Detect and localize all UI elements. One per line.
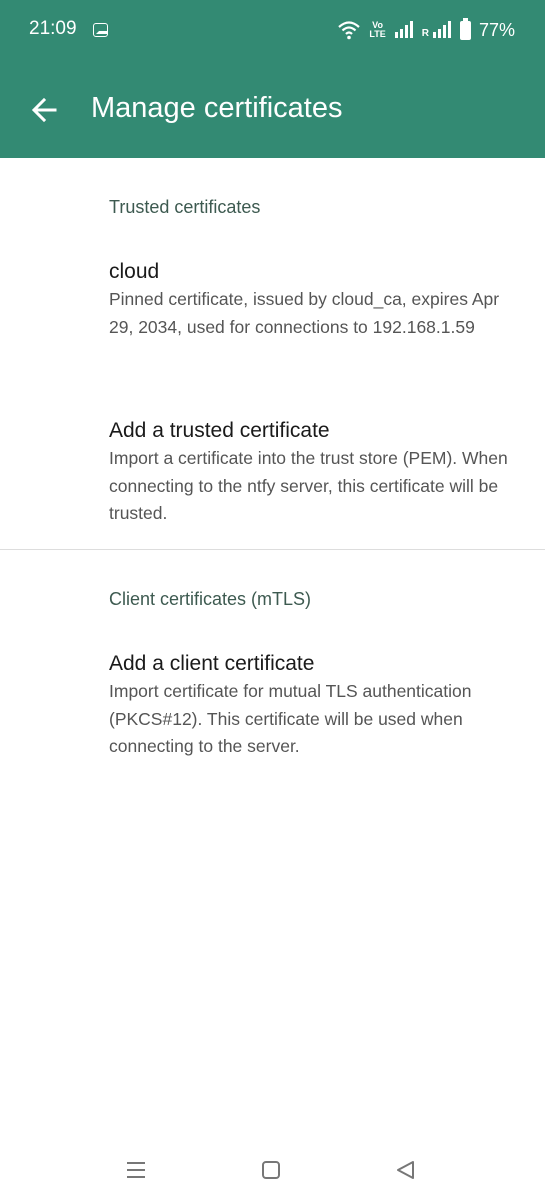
back-button[interactable]: [22, 88, 66, 132]
pref-title: Add a trusted certificate: [109, 419, 330, 442]
navigation-bar: [0, 1140, 545, 1200]
battery-percentage: 77%: [478, 19, 515, 40]
add-trusted-certificate[interactable]: Add a trusted certificate Import a certi…: [0, 417, 545, 528]
pref-title: cloud: [109, 260, 160, 283]
roaming-indicator: R: [421, 27, 429, 39]
battery-icon: [459, 17, 471, 40]
pref-summary: Import a certificate into the trust stor…: [109, 448, 508, 523]
status-bar: 21:09 Vo LTE R 77%: [0, 0, 545, 60]
pref-summary: Pinned certificate, issued by cloud_ca, …: [109, 289, 500, 337]
wifi-icon: [338, 21, 361, 40]
section-divider: [0, 549, 545, 550]
arrow-back-icon: [31, 97, 57, 123]
home-button[interactable]: [251, 1155, 291, 1185]
recents-button[interactable]: [116, 1155, 156, 1185]
signal-icon: [394, 21, 413, 38]
gallery-notification-icon: [93, 23, 108, 37]
section-header-trusted: Trusted certificates: [109, 197, 261, 217]
section-header-client: Client certificates (mTLS): [109, 589, 312, 609]
pref-summary: Import certificate for mutual TLS authen…: [109, 681, 472, 756]
volte-icon: Vo LTE: [369, 20, 386, 39]
status-icons: Vo LTE R 77%: [337, 17, 515, 42]
app-bar: 21:09 Vo LTE R 77% Manage certificates: [0, 0, 545, 158]
add-client-certificate[interactable]: Add a client certificate Import certific…: [0, 650, 545, 761]
status-time: 21:09: [29, 18, 77, 39]
page-title: Manage certificates: [91, 92, 343, 124]
trusted-cert-cloud[interactable]: cloud Pinned certificate, issued by clou…: [0, 258, 545, 341]
back-triangle-icon: [397, 1161, 414, 1179]
home-icon: [262, 1161, 280, 1179]
signal-2-icon: [432, 21, 451, 38]
menu-icon: [127, 1162, 145, 1178]
nav-back-button[interactable]: [385, 1155, 425, 1185]
pref-title: Add a client certificate: [109, 652, 315, 675]
